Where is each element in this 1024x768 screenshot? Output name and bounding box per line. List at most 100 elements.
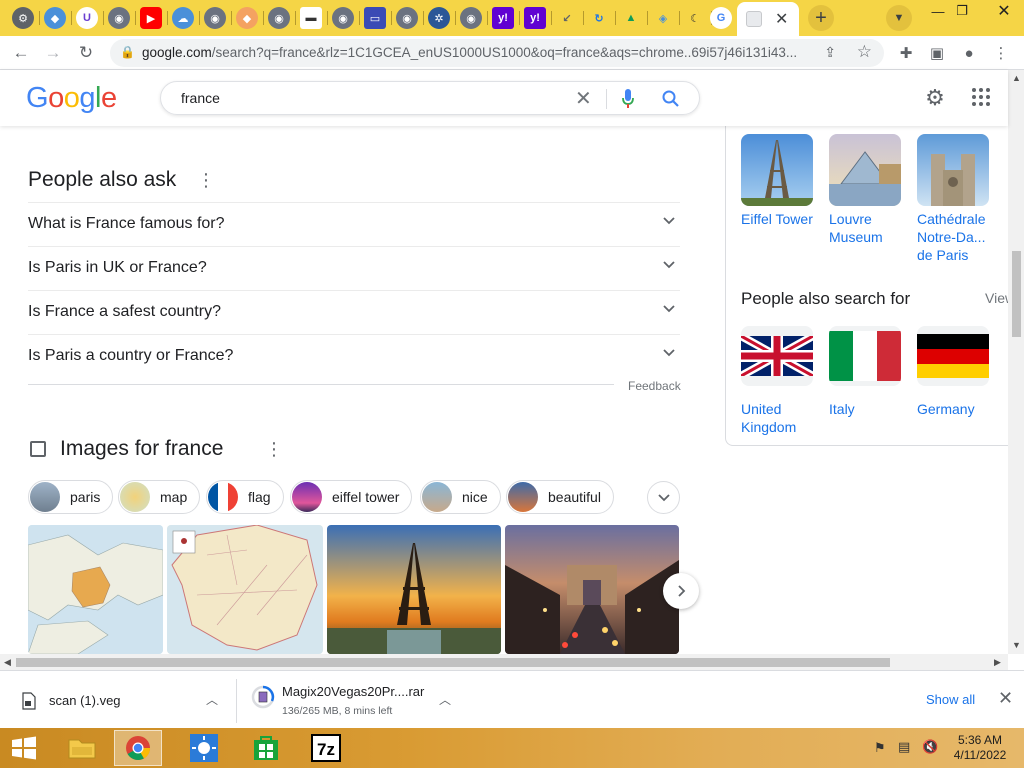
country-name[interactable]: Italy xyxy=(829,400,903,418)
feedback-link[interactable]: Feedback xyxy=(628,379,681,393)
paa-question[interactable]: What is France famous for? xyxy=(28,202,680,246)
tab-search-chevron-icon[interactable]: ▼ xyxy=(886,5,912,31)
file-explorer-icon[interactable] xyxy=(58,730,106,766)
forward-icon[interactable]: → xyxy=(40,40,66,66)
close-tab-icon[interactable]: ✕ xyxy=(775,9,788,29)
paa-question[interactable]: Is Paris in UK or France? xyxy=(28,246,680,290)
search-icon[interactable] xyxy=(661,89,681,109)
image-chip[interactable]: paris xyxy=(28,480,114,514)
download-item[interactable]: Magix20Vegas20Pr....rar 136/265 MB, 8 mi… xyxy=(237,671,467,729)
tab-yahoo-icon-2[interactable]: y! xyxy=(524,7,552,29)
tab-arrow-icon[interactable]: ↙ xyxy=(556,7,584,29)
related-country-card[interactable]: United Kingdom xyxy=(741,326,815,436)
tab-globe-icon-6[interactable]: ◉ xyxy=(460,7,488,29)
close-window-icon[interactable]: ✕ xyxy=(986,0,1022,22)
paa-question[interactable]: Is Paris a country or France? xyxy=(28,334,680,378)
tab-chrome-settings-icon[interactable]: ⚙ xyxy=(12,7,40,29)
download-item[interactable]: scan (1).veg ︿ xyxy=(0,671,236,729)
tab-globe-icon-4[interactable]: ◉ xyxy=(332,7,360,29)
tab-shield-icon[interactable]: ◆ xyxy=(44,7,72,29)
search-input[interactable]: france xyxy=(181,90,220,106)
tab-moon-icon[interactable]: ☾ xyxy=(684,7,712,29)
back-icon[interactable]: ← xyxy=(8,40,34,66)
image-result-map-europe[interactable] xyxy=(28,525,163,654)
image-result-france-map[interactable] xyxy=(167,525,323,654)
7zip-app-icon[interactable]: 7z xyxy=(302,730,350,766)
google-logo[interactable]: Google xyxy=(26,82,117,115)
tab-globe-icon-2[interactable]: ◉ xyxy=(204,7,232,29)
image-result-eiffel-tower[interactable] xyxy=(327,525,501,654)
chrome-taskbar-icon[interactable] xyxy=(114,730,162,766)
image-chip[interactable]: nice xyxy=(420,480,501,514)
start-button[interactable] xyxy=(2,730,46,766)
country-name[interactable]: United Kingdom xyxy=(741,400,815,436)
tab-page-icon[interactable]: ▬ xyxy=(300,7,328,29)
tab-diamond-icon[interactable]: ◆ xyxy=(236,7,264,29)
image-chip[interactable]: eiffel tower xyxy=(290,480,413,514)
volume-muted-icon[interactable]: 🔇 xyxy=(922,739,938,755)
more-options-icon[interactable]: ⋮ xyxy=(265,439,283,460)
scroll-up-icon[interactable]: ▲ xyxy=(1012,73,1021,83)
tab-globe-icon-3[interactable]: ◉ xyxy=(268,7,296,29)
horizontal-scrollbar[interactable]: ◀ ▶ xyxy=(0,654,1008,670)
new-tab-button[interactable]: + xyxy=(808,5,834,31)
store-app-icon[interactable] xyxy=(242,730,290,766)
images-section-title[interactable]: Images for france xyxy=(60,437,223,461)
show-all-downloads-button[interactable]: Show all xyxy=(926,692,975,707)
image-chip[interactable]: map xyxy=(118,480,201,514)
extensions-puzzle-icon[interactable]: ✚ xyxy=(896,43,916,63)
paa-question[interactable]: Is France a safest country? xyxy=(28,290,680,334)
image-result-champs-elysees[interactable] xyxy=(505,525,679,654)
tab-u-icon[interactable]: U xyxy=(76,7,104,29)
image-chip[interactable]: beautiful xyxy=(506,480,614,514)
vertical-scroll-thumb[interactable] xyxy=(1012,251,1021,337)
close-downloads-icon[interactable]: ✕ xyxy=(998,688,1013,709)
bookmark-star-icon[interactable]: ☆ xyxy=(857,42,872,62)
tab-google-icon[interactable]: G xyxy=(710,7,732,29)
action-center-flag-icon[interactable]: ⚑ xyxy=(874,740,886,756)
related-country-card[interactable]: Germany xyxy=(917,326,991,418)
landmark-card[interactable]: Louvre Museum xyxy=(829,134,903,246)
weather-app-icon[interactable] xyxy=(180,730,228,766)
settings-gear-icon[interactable]: ⚙ xyxy=(922,85,948,111)
reload-icon[interactable]: ↻ xyxy=(73,40,99,66)
network-icon[interactable]: ▤ xyxy=(898,739,910,755)
landmark-name[interactable]: Eiffel Tower xyxy=(741,210,815,228)
vertical-scrollbar[interactable]: ▲ ▼ xyxy=(1008,70,1024,654)
tab-card-icon[interactable]: ▭ xyxy=(364,7,392,29)
chrome-menu-icon[interactable]: ⋮ xyxy=(991,43,1011,63)
tab-refresh-icon[interactable]: ↻ xyxy=(588,7,616,29)
chevron-up-icon[interactable]: ︿ xyxy=(439,691,451,708)
scroll-right-icon[interactable]: ▶ xyxy=(994,657,1001,668)
active-tab[interactable]: ✕ xyxy=(737,2,799,36)
landmark-card[interactable]: Cathédrale Notre-Da... de Paris xyxy=(917,134,991,264)
google-apps-icon[interactable] xyxy=(971,87,991,107)
microphone-icon[interactable] xyxy=(621,88,635,110)
tab-youtube-icon[interactable]: ▶ xyxy=(140,7,168,29)
related-country-card[interactable]: Italy xyxy=(829,326,903,418)
chips-more-button[interactable] xyxy=(647,481,680,514)
horizontal-scroll-thumb[interactable] xyxy=(16,658,890,667)
image-chip[interactable]: flag xyxy=(206,480,284,514)
address-bar[interactable]: 🔒 google.com/search?q=france&rlz=1C1GCEA… xyxy=(110,39,884,67)
tab-globe-icon[interactable]: ◉ xyxy=(108,7,136,29)
more-options-icon[interactable]: ⋮ xyxy=(197,170,215,191)
tab-globe-icon-5[interactable]: ◉ xyxy=(396,7,424,29)
view-more-link[interactable]: View xyxy=(985,290,1008,306)
landmark-name[interactable]: Cathédrale Notre-Da... de Paris xyxy=(917,210,991,264)
tab-wheel-icon[interactable]: ✲ xyxy=(428,7,456,29)
tab-yahoo-icon[interactable]: y! xyxy=(492,7,520,29)
tab-layers-icon[interactable]: ◈ xyxy=(652,7,680,29)
scroll-left-icon[interactable]: ◀ xyxy=(4,657,11,668)
clear-search-icon[interactable]: ✕ xyxy=(575,86,592,111)
system-clock[interactable]: 5:36 AM 4/11/2022 xyxy=(950,733,1010,763)
search-box[interactable]: france ✕ xyxy=(160,81,700,115)
tab-cloud-icon[interactable]: ☁ xyxy=(172,7,200,29)
share-icon[interactable]: ⇪ xyxy=(824,44,836,61)
landmark-card[interactable]: Eiffel Tower xyxy=(741,134,815,228)
restore-icon[interactable]: ❐ xyxy=(944,0,980,22)
side-panel-icon[interactable]: ▣ xyxy=(927,43,947,63)
landmark-name[interactable]: Louvre Museum xyxy=(829,210,903,246)
chevron-up-icon[interactable]: ︿ xyxy=(206,691,218,708)
scroll-down-icon[interactable]: ▼ xyxy=(1012,640,1021,650)
